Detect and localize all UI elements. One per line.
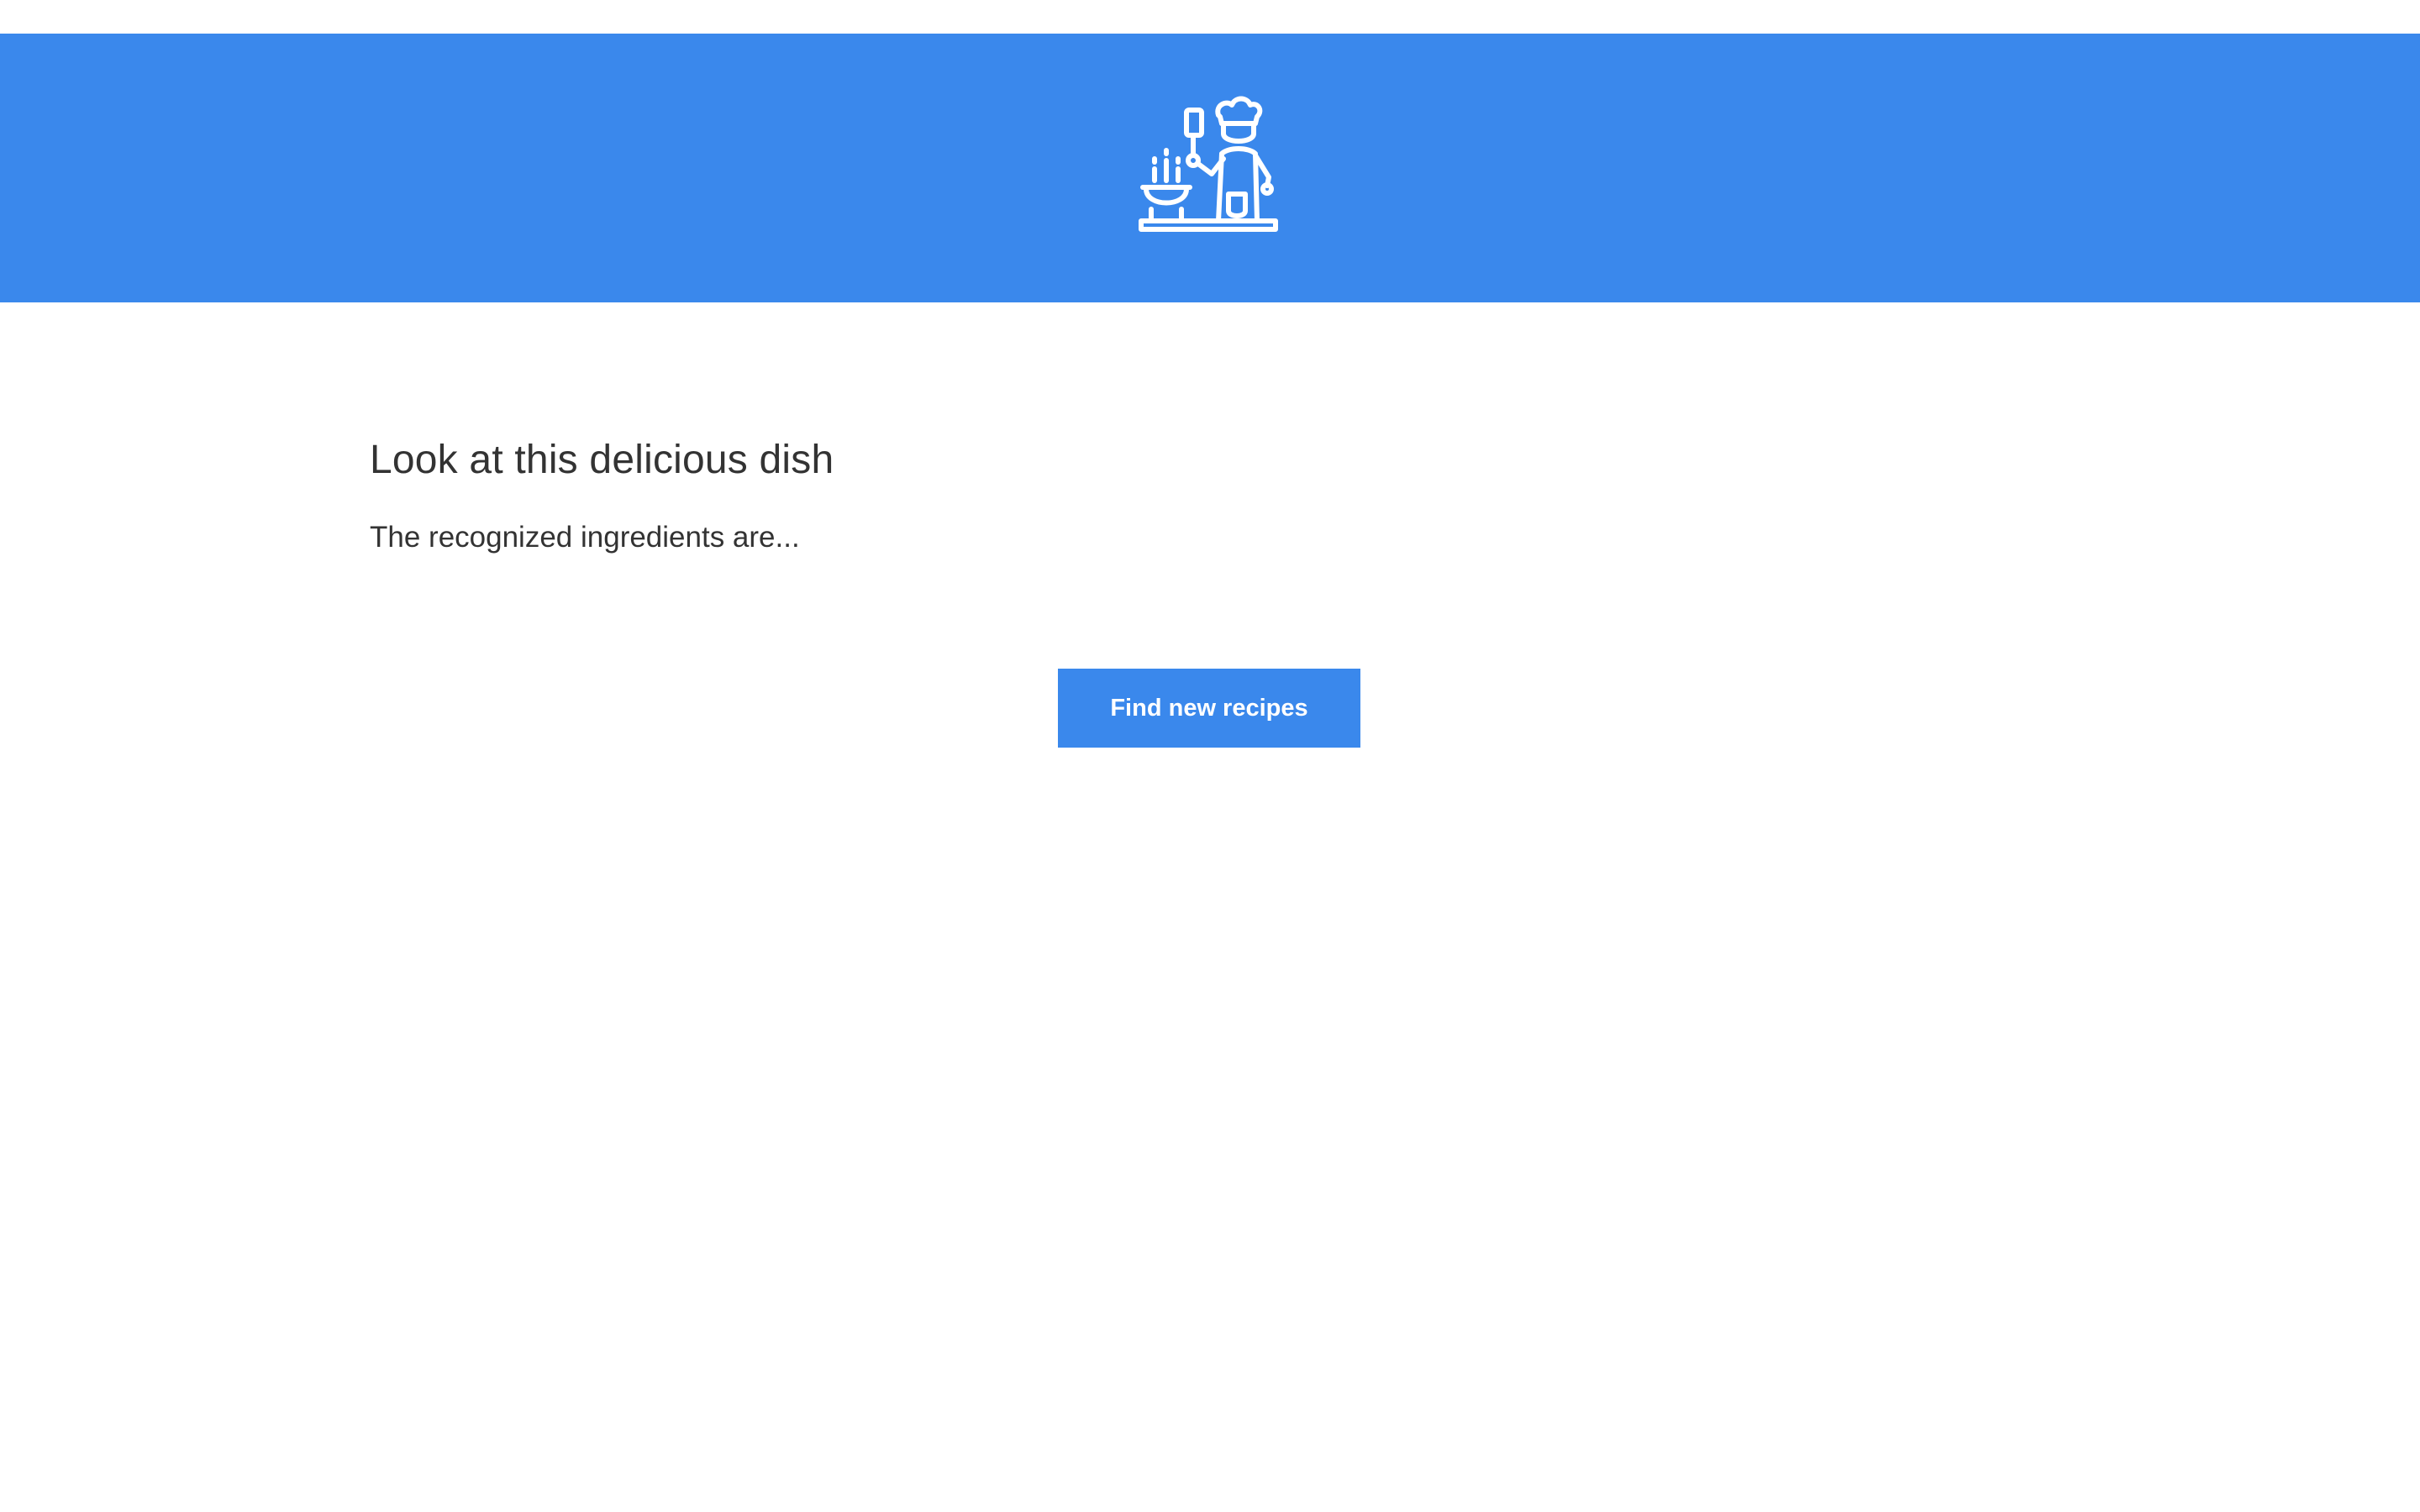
action-row: Find new recipes	[0, 669, 2420, 748]
chef-cooking-icon	[1139, 96, 1278, 232]
main-content: Look at this delicious dish The recogniz…	[0, 302, 2420, 748]
ingredients-text: The recognized ingredients are...	[370, 521, 800, 554]
page-title: Look at this delicious dish	[370, 438, 834, 482]
find-new-recipes-button[interactable]: Find new recipes	[1058, 669, 1360, 748]
top-strip	[0, 0, 2420, 34]
app-header	[0, 34, 2420, 302]
